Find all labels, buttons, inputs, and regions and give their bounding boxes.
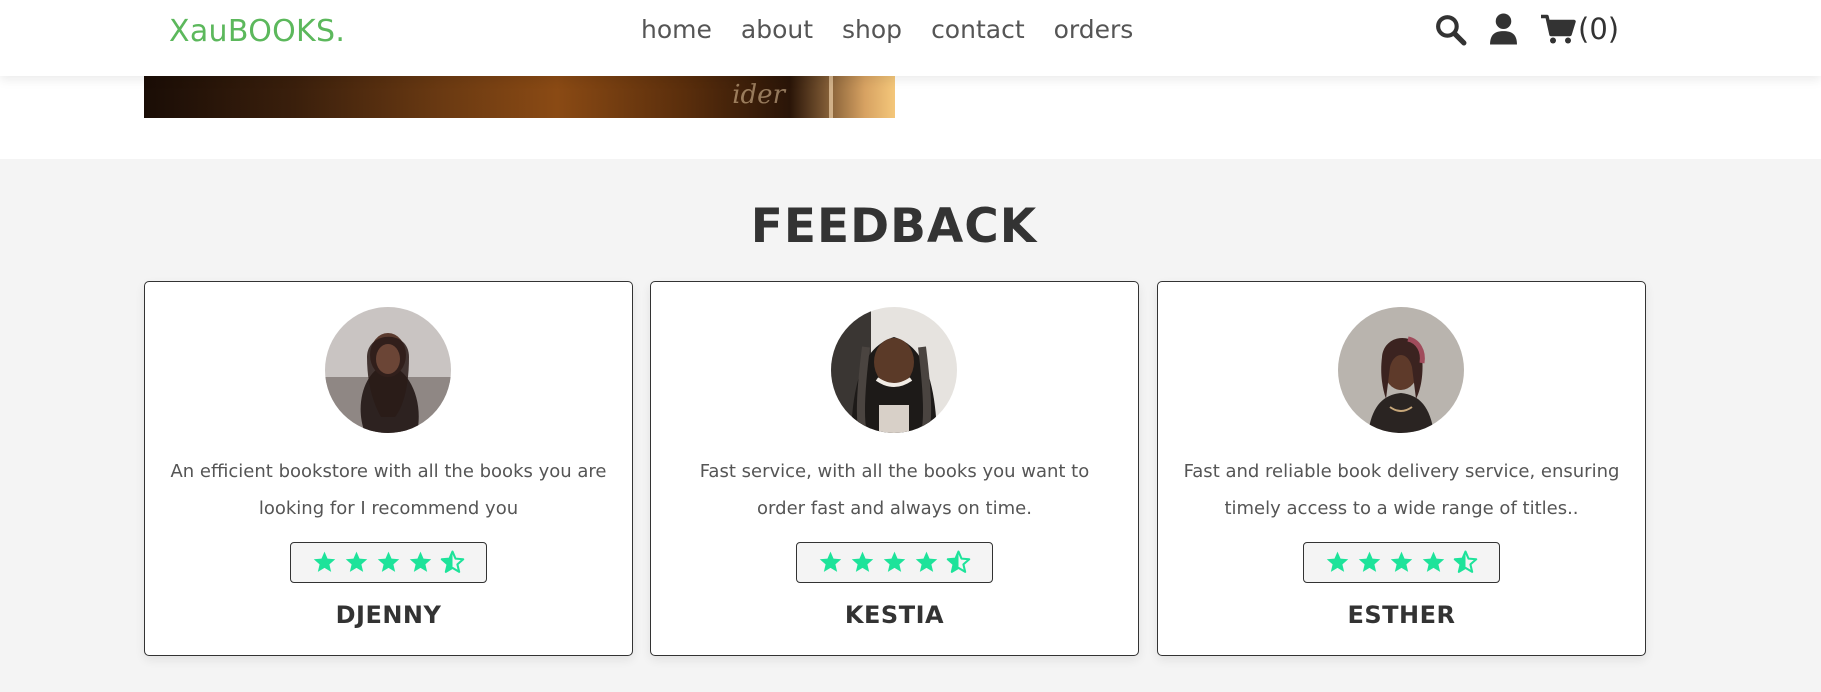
header-icons: (0) (1434, 12, 1619, 46)
review-text: Fast service, with all the books you wan… (699, 461, 1090, 519)
reviewer-name: DJENNY (335, 601, 442, 629)
star-icon (1326, 551, 1349, 572)
nav-about-link[interactable]: about (741, 15, 813, 44)
star-half-icon (946, 550, 971, 573)
rating-stars (796, 542, 993, 583)
cart-icon[interactable] (1540, 13, 1576, 46)
main-nav: home about shop contact orders (641, 15, 1133, 44)
star-icon (313, 551, 336, 572)
user-icon[interactable] (1489, 12, 1518, 46)
hero-image: ider (144, 76, 895, 118)
star-icon (409, 551, 432, 572)
reviewer-name: KESTIA (844, 601, 945, 629)
nav-shop-link[interactable]: shop (842, 15, 902, 44)
nav-contact-link[interactable]: contact (931, 15, 1025, 44)
review-card: An efficient bookstore with all the book… (144, 281, 633, 656)
avatar (325, 307, 451, 433)
search-icon[interactable] (1434, 13, 1467, 46)
hero-image-script-decoration: ider (732, 80, 785, 110)
star-icon (345, 551, 368, 572)
star-half-icon (1453, 550, 1478, 573)
star-icon (1422, 551, 1445, 572)
avatar (1338, 307, 1464, 433)
site-logo[interactable]: XauBOOKS. (169, 14, 345, 49)
review-text: An efficient bookstore with all the book… (170, 461, 607, 519)
nav-home-link[interactable]: home (641, 15, 712, 44)
review-card: Fast service, with all the books you wan… (650, 281, 1139, 656)
site-header: XauBOOKS. home about shop contact orders… (0, 0, 1821, 76)
star-icon (819, 551, 842, 572)
star-icon (915, 551, 938, 572)
nav-orders-link[interactable]: orders (1054, 15, 1134, 44)
avatar (831, 307, 957, 433)
star-half-icon (440, 550, 465, 573)
star-icon (1390, 551, 1413, 572)
section-title: FEEDBACK (750, 199, 1038, 254)
rating-stars (290, 542, 487, 583)
star-icon (1358, 551, 1381, 572)
hero-image-highlight (829, 76, 833, 118)
star-icon (851, 551, 874, 572)
star-icon (377, 551, 400, 572)
review-text: Fast and reliable book delivery service,… (1183, 461, 1620, 519)
cart-count[interactable]: (0) (1578, 12, 1619, 46)
review-card: Fast and reliable book delivery service,… (1157, 281, 1646, 656)
feedback-section: FEEDBACK An efficient bookstore with all… (0, 159, 1821, 692)
reviewer-name: ESTHER (1347, 601, 1456, 629)
star-icon (883, 551, 906, 572)
rating-stars (1303, 542, 1500, 583)
